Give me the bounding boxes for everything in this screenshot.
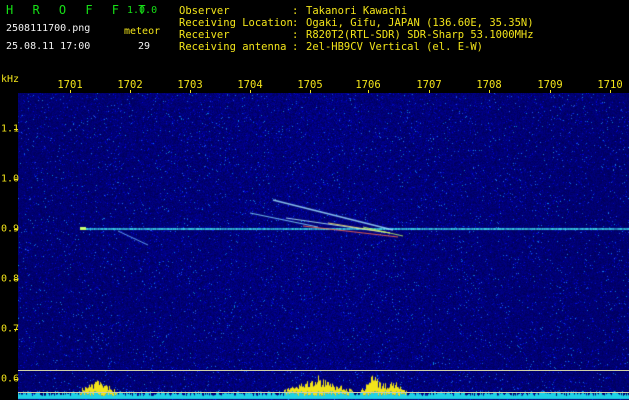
y-tick-mark: [14, 229, 18, 230]
info-label-location: Receiving Location: [179, 17, 293, 29]
y-tick-mark: [14, 379, 18, 380]
file-name: 2508111700.png: [6, 23, 91, 34]
y-tick-mark: [14, 129, 18, 130]
info-label-receiver: Receiver: [179, 29, 230, 41]
meter-guide-line: [18, 392, 629, 393]
meteor-label: meteor: [124, 26, 161, 37]
info-value-receiver: R820T2(RTL-SDR) SDR-Sharp 53.1000MHz: [306, 29, 534, 41]
y-tick-mark: [14, 329, 18, 330]
info-value-location: Ogaki, Gifu, JAPAN (136.60E, 35.35N): [306, 17, 534, 29]
spectrogram-canvas: [18, 93, 629, 400]
y-tick-mark: [14, 279, 18, 280]
info-colon: :: [292, 17, 299, 29]
meteor-count: 29: [138, 41, 151, 52]
info-label-observer: Observer: [179, 5, 230, 17]
info-colon: :: [292, 29, 299, 41]
app-version: 1.0.0: [127, 5, 158, 16]
info-colon: :: [292, 5, 299, 17]
header-panel: H R O F F T 1.0.0 2508111700.png meteor …: [0, 0, 629, 58]
info-value-antenna: 2el-HB9CV Vertical (el. E-W): [306, 41, 484, 53]
y-unit-label: kHz: [1, 74, 20, 85]
info-colon: :: [292, 41, 299, 53]
info-label-antenna: Receiving antenna: [179, 41, 287, 53]
info-value-observer: Takanori Kawachi: [306, 5, 408, 17]
meter-guide-line: [18, 370, 629, 371]
timestamp: 25.08.11 17:00: [6, 41, 91, 52]
y-tick-mark: [14, 179, 18, 180]
